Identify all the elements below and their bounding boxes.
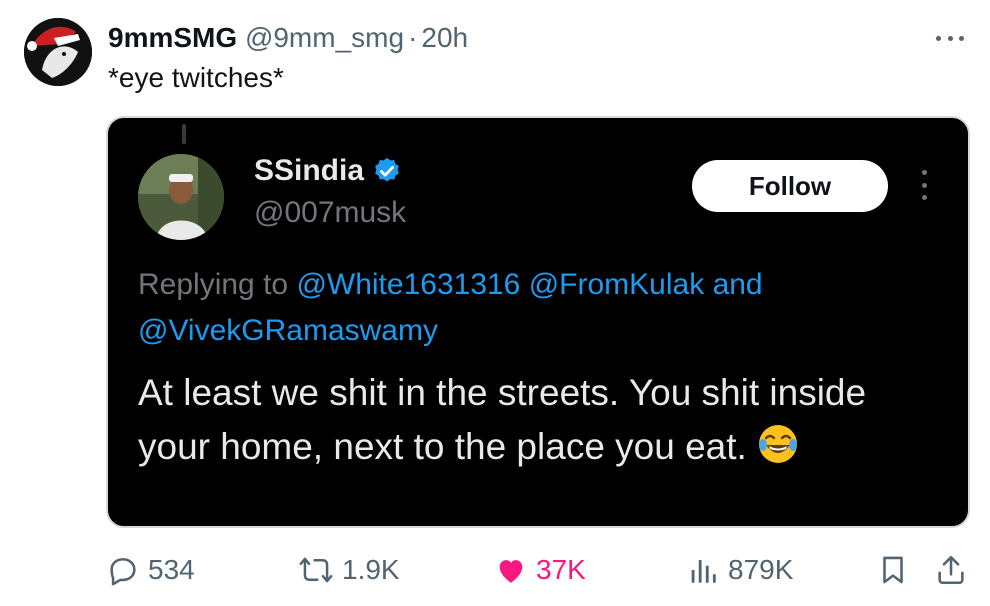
like-button[interactable]: 37K — [494, 548, 586, 592]
reply-count: 534 — [148, 554, 195, 585]
follow-button[interactable]: Follow — [692, 160, 888, 212]
author-handle[interactable]: @9mm_smg — [245, 22, 404, 53]
embedded-more-icon[interactable] — [920, 170, 928, 200]
views-chart-icon — [691, 560, 716, 583]
heart-icon — [499, 560, 523, 583]
view-count: 879K — [728, 554, 794, 585]
embedded-name: SSindia — [254, 154, 402, 188]
and-word: and — [712, 268, 763, 301]
replying-prefix: Replying to — [138, 268, 289, 301]
mention-link[interactable]: @VivekGRamaswamy — [138, 314, 438, 347]
embedded-avatar-image — [138, 154, 224, 240]
verified-badge-icon — [375, 157, 399, 182]
repost-icon — [299, 557, 333, 583]
mention-link[interactable]: @FromKulak — [529, 268, 705, 301]
laughing-emoji-icon — [757, 423, 799, 465]
card-top-tick — [182, 124, 186, 144]
bookmark-icon — [883, 556, 903, 584]
embedded-avatar — [138, 154, 224, 240]
replying-to: Replying to @White1631316 @FromKulak and… — [138, 262, 928, 354]
author-name[interactable]: 9mmSMG — [108, 22, 237, 53]
embedded-screenshot[interactable]: SSindia @007musk Follow Replying to @Whi… — [106, 116, 970, 528]
bookmark-button[interactable] — [876, 548, 918, 592]
more-options-icon[interactable] — [936, 28, 964, 48]
mention-link[interactable]: @White1631316 — [296, 268, 520, 301]
share-button[interactable] — [934, 548, 976, 592]
reply-button[interactable]: 534 — [106, 548, 195, 592]
repost-count: 1.9K — [342, 554, 400, 585]
like-count: 37K — [536, 554, 586, 585]
avatar-image — [24, 18, 92, 86]
embedded-handle: @007musk — [254, 196, 407, 229]
embedded-body: At least we shit in the streets. You shi… — [138, 366, 938, 474]
views-button[interactable]: 879K — [686, 548, 793, 592]
action-bar: 534 1.9K 37K 879K — [0, 548, 990, 592]
reply-icon — [110, 558, 136, 586]
embedded-name-text: SSindia — [254, 154, 365, 187]
separator-dot: · — [408, 22, 418, 53]
post-text: *eye twitches* — [108, 62, 284, 93]
post-time[interactable]: 20h — [421, 22, 468, 53]
share-icon — [938, 555, 964, 585]
author-avatar[interactable] — [24, 18, 92, 86]
repost-button[interactable]: 1.9K — [298, 548, 400, 592]
author-line: 9mmSMG @9mm_smg · 20h — [108, 22, 468, 54]
